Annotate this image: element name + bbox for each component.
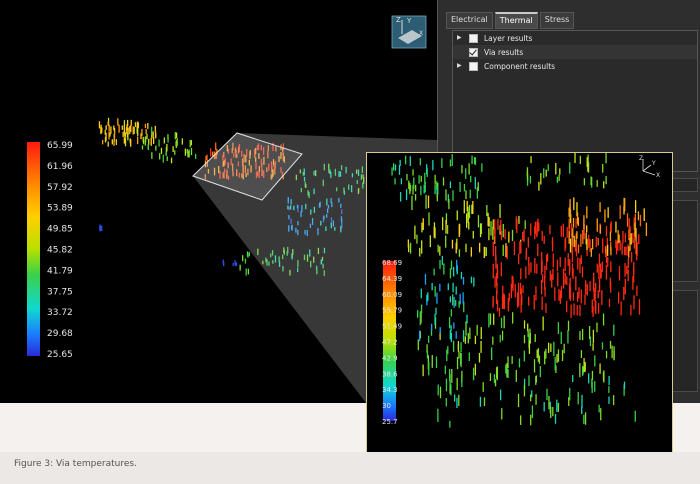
svg-text:Z: Z bbox=[639, 155, 643, 162]
tab-stress[interactable]: Stress bbox=[539, 12, 575, 29]
colorbar-tick-label: 45.82 bbox=[47, 246, 73, 256]
colorbar-tick-label: 38.6 bbox=[382, 370, 398, 378]
colorbar-tick-label: 34.3 bbox=[382, 386, 398, 394]
tree-item-label: Layer results bbox=[484, 33, 533, 43]
colorbar-tick-label: 61.96 bbox=[47, 162, 73, 172]
expand-arrow-icon[interactable]: ▶ bbox=[457, 35, 463, 41]
expand-arrow-icon[interactable]: ▶ bbox=[457, 63, 463, 69]
layer-results-checkbox[interactable] bbox=[469, 33, 478, 43]
colorbar-tick-label: 29.68 bbox=[47, 329, 73, 339]
results-tree: ▶ Layer results Via results ▶ Component … bbox=[452, 30, 698, 172]
colorbar-tick-label: 47.2 bbox=[382, 339, 398, 347]
colorbar-tick-label: 49.85 bbox=[47, 225, 73, 235]
colorbar-tick-label: 55.79 bbox=[382, 307, 402, 315]
inset-via-plot: Z Y X 68.69 64.39 60.09 55.79 51.49 47.2 42.9 3… bbox=[382, 153, 660, 428]
via-results-checkbox[interactable] bbox=[469, 47, 478, 57]
colorbar-tick-label: 41.79 bbox=[47, 266, 73, 276]
tab-thermal[interactable]: Thermal bbox=[494, 12, 538, 29]
colorbar-tick-label: 68.69 bbox=[382, 259, 402, 267]
tab-electrical[interactable]: Electrical bbox=[446, 12, 493, 29]
tree-item-layer-results[interactable]: ▶ Layer results bbox=[453, 31, 697, 45]
result-tabs: Electrical Thermal Stress bbox=[446, 12, 575, 29]
colorbar-tick-label: 42.9 bbox=[382, 354, 398, 362]
colorbar-tick-label: 53.89 bbox=[47, 204, 73, 214]
colorbar-tick-label: 30 bbox=[382, 402, 391, 410]
zoom-inset[interactable]: Z Y X 68.69 64.39 60.09 55.79 51.49 47.2 42.9 3… bbox=[366, 152, 673, 458]
colorbar-tick-label: 25.65 bbox=[47, 350, 73, 360]
axis-triad-widget[interactable]: Z Y X bbox=[391, 15, 427, 49]
tree-item-label: Component results bbox=[484, 61, 556, 71]
colorbar-tick-label: 51.49 bbox=[382, 323, 402, 331]
colorbar-tick-label: 57.92 bbox=[47, 183, 73, 193]
svg-text:Y: Y bbox=[651, 160, 656, 167]
figure-caption: Figure 3: Via temperatures. bbox=[14, 459, 137, 469]
colorbar-main-labels: 65.99 61.96 57.92 53.89 49.85 45.82 41.79 37.75… bbox=[47, 141, 73, 360]
colorbar-tick-label: 37.75 bbox=[47, 287, 73, 297]
colorbar-tick-label: 25.7 bbox=[382, 418, 398, 426]
colorbar-main bbox=[27, 142, 40, 356]
colorbar-tick-label: 60.09 bbox=[382, 291, 402, 299]
via-cloud-inset bbox=[391, 153, 648, 428]
inset-axis-triad: Z Y X bbox=[639, 155, 660, 179]
tree-item-label: Via results bbox=[484, 47, 524, 57]
tree-item-via-results[interactable]: Via results bbox=[453, 45, 697, 59]
axis-z-label: Z bbox=[396, 16, 401, 24]
svg-text:X: X bbox=[656, 172, 660, 179]
axis-x-label: X bbox=[419, 30, 423, 37]
colorbar-tick-label: 64.39 bbox=[382, 275, 402, 283]
tree-item-component-results[interactable]: ▶ Component results bbox=[453, 59, 697, 73]
colorbar-tick-label: 65.99 bbox=[47, 141, 73, 151]
component-results-checkbox[interactable] bbox=[469, 61, 478, 71]
axis-y-label: Y bbox=[406, 17, 412, 25]
colorbar-tick-label: 33.72 bbox=[47, 308, 73, 318]
